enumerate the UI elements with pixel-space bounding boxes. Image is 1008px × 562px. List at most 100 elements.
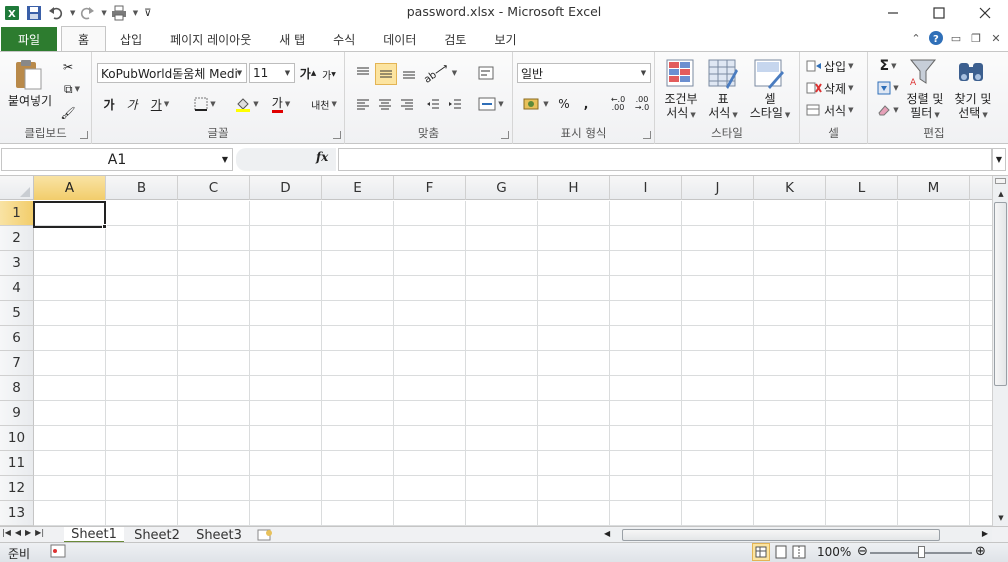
increase-decimal-button[interactable]: ←.0 .00 [607,94,629,114]
column-header-m[interactable]: M [898,176,970,200]
font-name-combo[interactable]: KoPubWorld돋움체 Medi ▼ [97,63,247,83]
format-painter-icon[interactable]: 🖌 [58,104,78,122]
sheet-tab-sheet3[interactable]: Sheet3 [190,527,248,543]
paste-label[interactable]: 붙여넣기 [4,94,56,108]
tab-formulas[interactable]: 수식 [319,27,369,51]
column-header-g[interactable]: G [466,176,538,200]
number-format-dropdown-icon[interactable]: ▼ [637,64,650,82]
grow-font-button[interactable]: 가 ▲ [299,63,317,83]
number-format-combo[interactable]: 일반 ▼ [517,63,651,83]
workbook-restore-icon[interactable]: ❐ [968,30,984,46]
zoom-in-icon[interactable]: ⊕ [975,544,986,559]
zoom-out-icon[interactable]: ⊖ [857,544,868,559]
sort-filter-icon[interactable]: A [906,56,940,88]
formula-input[interactable] [338,148,992,171]
column-header-b[interactable]: B [106,176,178,200]
delete-cells-button[interactable]: 삭제 ▼ [806,79,864,97]
align-center-icon[interactable] [375,94,395,114]
column-header-e[interactable]: E [322,176,394,200]
find-select-icon[interactable] [954,56,988,88]
conditional-formatting-label[interactable]: 조건부 서식 ▼ [657,92,705,122]
close-icon[interactable] [962,0,1008,26]
page-break-view-icon[interactable] [792,545,806,562]
workbook-close-icon[interactable]: ✕ [988,30,1004,46]
clipboard-launcher-icon[interactable] [80,131,88,139]
row-header-9[interactable]: 9 [0,401,34,426]
borders-button[interactable]: ▼ [190,94,220,114]
cell-area[interactable] [34,201,992,526]
font-launcher-icon[interactable] [333,131,341,139]
vertical-split-box[interactable] [995,178,1006,184]
next-sheet-icon[interactable]: ▶ [25,528,31,537]
row-header-13[interactable]: 13 [0,501,34,526]
shrink-font-button[interactable]: 가 ▼ [320,65,338,83]
column-header-d[interactable]: D [250,176,322,200]
copy-icon[interactable]: ⧉ ▼ [58,80,86,98]
scroll-down-icon[interactable]: ▼ [994,512,1008,524]
tab-new-tab[interactable]: 새 탭 [265,27,319,51]
cut-icon[interactable]: ✂ [58,58,78,76]
row-header-10[interactable]: 10 [0,426,34,451]
paste-button[interactable] [10,58,46,92]
tab-page-layout[interactable]: 페이지 레이아웃 [156,27,265,51]
fill-handle[interactable] [102,224,107,229]
row-header-3[interactable]: 3 [0,251,34,276]
row-header-2[interactable]: 2 [0,226,34,251]
format-cells-button[interactable]: 서식 ▼ [806,101,864,119]
active-cell-a1[interactable] [33,201,106,228]
merge-center-button[interactable]: ▼ [475,94,507,114]
accounting-format-button[interactable]: ▼ [519,94,553,114]
first-sheet-icon[interactable]: |◀ [2,528,11,537]
tab-review[interactable]: 검토 [430,27,480,51]
vertical-scroll-thumb[interactable] [994,202,1007,386]
wrap-text-icon[interactable] [475,63,497,83]
row-header-11[interactable]: 11 [0,451,34,476]
orientation-button[interactable]: ab⟶ ▼ [422,61,457,85]
autosum-button[interactable]: Σ ▼ [874,57,902,75]
column-header-j[interactable]: J [682,176,754,200]
align-middle-icon[interactable] [375,63,397,85]
tab-insert[interactable]: 삽입 [106,27,156,51]
name-box-dropdown-icon[interactable]: ▼ [222,155,228,164]
font-size-combo[interactable]: 11 ▼ [249,63,295,83]
scroll-up-icon[interactable]: ▲ [994,188,1008,200]
sort-filter-label[interactable]: 정렬 및 필터 ▼ [902,92,948,122]
column-header-c[interactable]: C [178,176,250,200]
column-header-h[interactable]: H [538,176,610,200]
row-header-6[interactable]: 6 [0,326,34,351]
collapse-ribbon-icon[interactable]: ⌃ [908,30,924,46]
tab-file[interactable]: 파일 [1,27,57,51]
underline-button[interactable]: 가 ▼ [145,94,175,114]
column-header-i[interactable]: I [610,176,682,200]
scroll-left-icon[interactable]: ◀ [604,529,610,538]
decrease-decimal-button[interactable]: .00 →.0 [631,94,653,114]
column-header-a[interactable]: A [34,176,106,200]
horizontal-scrollbar[interactable]: ◀ ▶ [600,528,992,542]
insert-function-icon[interactable]: fx [316,150,328,164]
comma-button[interactable]: , [577,94,595,114]
row-header-5[interactable]: 5 [0,301,34,326]
cell-styles-icon[interactable] [753,58,785,90]
align-left-icon[interactable] [353,94,373,114]
row-header-7[interactable]: 7 [0,351,34,376]
select-all-button[interactable] [0,176,34,200]
normal-view-icon[interactable] [752,543,770,561]
prev-sheet-icon[interactable]: ◀ [15,528,21,537]
insert-cells-button[interactable]: 삽입 ▼ [806,57,864,75]
format-as-table-label[interactable]: 표 서식 ▼ [701,92,745,122]
row-header-1[interactable]: 1 [0,201,34,226]
tab-view[interactable]: 보기 [480,27,530,51]
font-color-button[interactable]: 가 ▼ [266,94,296,114]
align-bottom-icon[interactable] [399,63,419,83]
fill-button[interactable]: ▼ [874,79,902,97]
row-header-12[interactable]: 12 [0,476,34,501]
conditional-formatting-icon[interactable] [665,58,697,90]
find-select-label[interactable]: 찾기 및 선택 ▼ [948,92,998,122]
scroll-right-icon[interactable]: ▶ [982,529,988,538]
percent-button[interactable]: % [555,94,573,114]
format-as-table-icon[interactable] [707,58,739,90]
cell-styles-label[interactable]: 셀 스타일 ▼ [743,92,797,122]
column-header-k[interactable]: K [754,176,826,200]
clear-button[interactable]: ▼ [874,101,902,119]
font-name-dropdown-icon[interactable]: ▼ [233,64,246,82]
